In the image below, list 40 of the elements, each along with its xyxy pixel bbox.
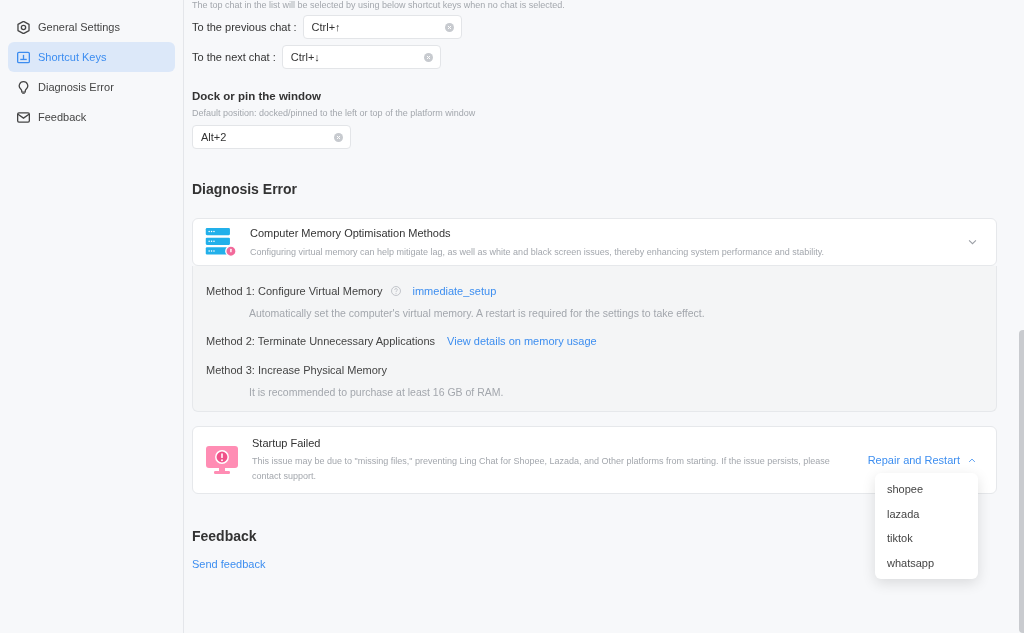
menu-item[interactable]: lazada (875, 501, 978, 526)
menu-item[interactable]: whatsapp (875, 550, 978, 575)
screen-icon (17, 50, 30, 64)
card-title: Startup Failed (252, 436, 321, 450)
method-title: Method 2: Terminate Unnecessary Applications (206, 333, 436, 349)
clear-icon[interactable] (423, 52, 433, 62)
sidebar-item[interactable]: Diagnosis Error (8, 72, 175, 102)
method-title: Method 3: Increase Physical Memory (206, 362, 387, 378)
shortcut-field[interactable]: Ctrl+↓ (281, 45, 441, 69)
scrollbar-thumb[interactable] (1019, 330, 1024, 633)
card-title: Computer Memory Optimisation Methods (250, 226, 451, 240)
method-title: Method 1: Configure Virtual Memory (206, 283, 383, 299)
sidebar-item[interactable]: General Settings (8, 12, 175, 42)
shortcut-field[interactable]: Alt+2 (192, 125, 351, 149)
menu-item[interactable]: shopee (875, 477, 978, 502)
settings-icon (17, 20, 30, 34)
monitor-warning-icon (206, 446, 238, 474)
clear-icon[interactable] (334, 132, 343, 142)
chevron-up-icon (968, 457, 976, 463)
shortcut-field[interactable]: Ctrl+↑ (302, 15, 462, 39)
card-description: This issue may be due to "missing files," preventing Ling Chat for Shopee, Lazada, and Other platforms from starting. If the issue persists, please contact support. (252, 455, 831, 483)
method-description: It is recommended to purchase at least 16 GB of RAM. (249, 386, 504, 398)
section-description: Default position: docked/pinned to the left or top of the platform window (192, 108, 476, 119)
chevron-down-icon[interactable] (968, 239, 977, 245)
clear-icon[interactable] (444, 22, 454, 32)
envelope-icon (17, 110, 30, 124)
field-label: To the next chat : (192, 49, 276, 65)
note-text: The top chat in the list will be selected by using below shortcut keys when no chat is selected. (192, 0, 565, 10)
field-label: To the previous chat : (192, 19, 297, 35)
lightbulb-icon (17, 80, 30, 94)
section-heading: Feedback (192, 527, 257, 546)
server-icon (205, 227, 237, 257)
menu-item[interactable]: tiktok (875, 526, 978, 551)
section-title: Dock or pin the window (192, 89, 322, 103)
section-heading: Diagnosis Error (192, 180, 298, 199)
sidebar-item[interactable]: Feedback (8, 102, 175, 132)
method-description: Automatically set the computer's virtual memory. A restart is required for the settings to take effect. (249, 307, 705, 319)
card-header[interactable]: Computer Memory Optimisation Methods Configuring virtual memory can help mitigate lag, as well as white and black screen issues, thereby enhancing system performance and stability. (192, 218, 997, 266)
card-description: Configuring virtual memory can help mitigate lag, as well as white and black screen issues, thereby enhancing system performance and stability. (250, 246, 825, 258)
help-icon[interactable] (390, 286, 401, 296)
